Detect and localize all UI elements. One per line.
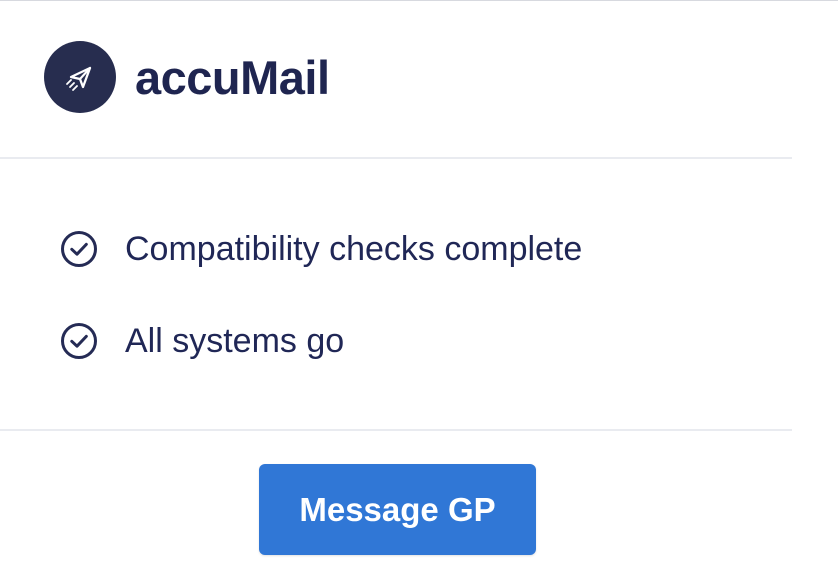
- top-divider: [0, 157, 792, 159]
- app-header: accuMail: [44, 41, 330, 113]
- check-circle-icon: [58, 320, 100, 362]
- bottom-divider: [0, 429, 792, 431]
- check-label: All systems go: [125, 321, 345, 360]
- paper-plane-icon: [66, 66, 92, 91]
- check-item-systems: All systems go: [58, 315, 582, 367]
- check-circle-icon: [58, 228, 100, 270]
- message-gp-button[interactable]: Message GP: [259, 464, 536, 555]
- app-logo: [44, 41, 116, 113]
- app-name: accuMail: [135, 50, 330, 104]
- accumail-panel: accuMail Compatibility checks complete A…: [0, 0, 838, 581]
- check-list: Compatibility checks complete All system…: [58, 223, 582, 367]
- check-label: Compatibility checks complete: [125, 229, 583, 268]
- check-item-compatibility: Compatibility checks complete: [58, 223, 582, 275]
